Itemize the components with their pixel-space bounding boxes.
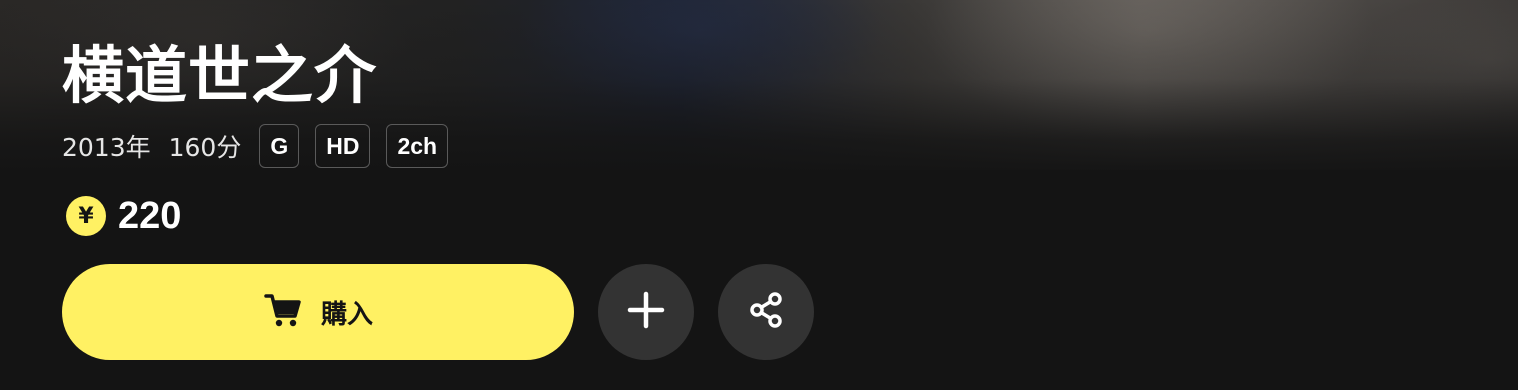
add-to-list-button[interactable] xyxy=(598,264,694,360)
quality-badge: HD xyxy=(315,124,371,168)
yen-coin-icon: ¥ xyxy=(66,196,106,236)
title-detail-hero: 横道世之介 2013年 160分 G HD 2ch ¥ 220 購入 xyxy=(0,0,1518,390)
action-row: 購入 xyxy=(62,264,838,360)
price-value: 220 xyxy=(118,194,182,237)
share-button[interactable] xyxy=(718,264,814,360)
audio-badge: 2ch xyxy=(386,124,449,168)
page-title: 横道世之介 xyxy=(62,39,378,112)
buy-button[interactable]: 購入 xyxy=(62,264,574,360)
price-row: ¥ 220 xyxy=(66,194,182,237)
buy-button-label: 購入 xyxy=(320,299,373,330)
cart-icon xyxy=(263,290,303,334)
rating-badge: G xyxy=(259,124,300,168)
meta-row: 2013年 160分 G HD 2ch xyxy=(62,124,464,168)
share-icon xyxy=(746,290,786,334)
title-block: 横道世之介 xyxy=(62,38,377,114)
plus-icon xyxy=(626,290,666,334)
release-year: 2013年 xyxy=(62,133,151,162)
duration: 160分 xyxy=(168,133,242,162)
